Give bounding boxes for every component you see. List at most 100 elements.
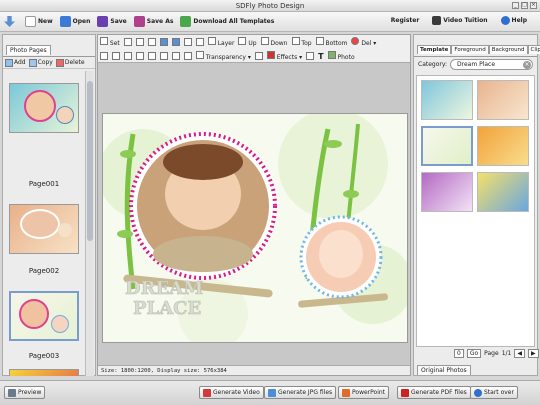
save-as-button[interactable]: Save As [133,16,173,27]
grid-icon[interactable] [136,52,144,60]
crop-icon[interactable] [100,52,108,60]
paste-icon[interactable] [147,38,156,46]
generate-jpg-button[interactable]: Generate JPG files [264,386,337,399]
brightness-icon[interactable] [254,52,263,60]
photo-button[interactable]: Photo [327,51,355,61]
bottom-icon [315,37,324,45]
text-button[interactable]: T [318,52,323,61]
close-button[interactable]: × [530,2,537,9]
fit-icon[interactable] [124,52,132,60]
maximize-button[interactable]: □ [521,2,528,9]
set-button[interactable]: Set [100,37,120,47]
folder-icon [59,16,71,27]
minimize-button[interactable]: _ [512,2,519,9]
add-page-button[interactable]: Add [5,58,26,67]
tab-photo-pages[interactable]: Photo Pages [6,45,51,55]
open-button[interactable]: Open [59,16,90,27]
transparency-icon [196,51,204,59]
page-thumbnail-4[interactable] [9,369,79,376]
leaf [120,150,136,158]
category-select[interactable]: Dream Place × [450,59,533,70]
start-over-button[interactable]: Start over [470,386,518,399]
page-list-scrollbar[interactable] [85,71,94,376]
tab-original-photos[interactable]: Original Photos [417,365,471,375]
main-photo [163,144,243,180]
copy-page-button[interactable]: Copy [28,58,53,67]
palette-icon[interactable] [172,52,180,60]
page-label: Page002 [28,267,60,275]
preview-button[interactable]: Preview [4,386,46,399]
transparency-button[interactable]: Transparency ▾ [196,51,251,61]
prev-page-icon[interactable]: ◀ [514,349,525,358]
flip-icon[interactable] [195,38,204,46]
new-button[interactable]: New [25,16,53,27]
copy-tool-icon[interactable] [135,38,144,46]
download-templates-button[interactable]: Download All Templates [180,16,274,27]
download-icon [4,16,15,27]
template-pager: 0 Go Page 1/1 ◀ ▶ [454,349,539,358]
save-icon [97,16,109,27]
undo-icon[interactable] [159,38,168,46]
help-button[interactable]: Help [500,16,527,25]
video-tuition-button[interactable]: Video Tuition [432,16,488,25]
design-canvas[interactable]: DREAM PLACE [102,113,408,343]
clear-icon[interactable]: × [523,61,531,69]
resources-panel: TemplateForegroundBackgroundClipart Cate… [413,34,540,376]
page-thumbnail-2[interactable] [9,204,79,254]
next-page-icon[interactable]: ▶ [527,349,539,358]
download-arrow-button[interactable] [4,16,15,27]
layer-button[interactable]: Layer [207,37,234,47]
down-icon [260,37,269,45]
fill-icon[interactable] [160,52,168,60]
page-thumbnail-1[interactable] [9,83,79,133]
generate-video-button[interactable]: Generate Video [199,386,264,399]
set-icon [100,37,108,45]
jpg-file-icon [268,388,276,397]
bottom-button[interactable]: Bottom [315,37,347,47]
photo-icon [327,51,336,59]
category-row: Category: Dream Place × [414,57,537,72]
tab-clipart[interactable]: Clipart [527,45,540,54]
down-button[interactable]: Down [260,37,288,47]
canvas-title-text: PLACE [133,298,201,319]
zoom-icon[interactable] [123,38,132,46]
scrollbar-thumb[interactable] [87,81,93,241]
page-photo [24,90,56,122]
tab-foreground[interactable]: Foreground [451,45,489,54]
go-button[interactable]: Go [466,349,482,358]
resize-icon[interactable] [112,52,120,60]
layer-icon [207,37,216,45]
template-thumbnail[interactable] [477,80,529,120]
main-photo [153,236,253,272]
frame-icon[interactable] [184,52,192,60]
redo-icon[interactable] [171,38,180,46]
generate-pdf-button[interactable]: Generate PDF files [397,386,471,399]
powerpoint-button[interactable]: PowerPoint [338,386,390,399]
del-button[interactable]: Del ▾ [351,37,376,47]
page-thumbnail-3[interactable] [9,291,79,341]
editor-area: Set Layer Up Down Top Bottom Del ▾ Trans… [97,34,411,376]
shape-icon[interactable] [306,52,315,60]
register-link[interactable]: Register [391,16,420,25]
page-number-input[interactable]: 0 [454,349,464,358]
image-icon[interactable] [148,52,156,60]
top-button[interactable]: Top [291,37,312,47]
tab-template[interactable]: Template [417,45,452,54]
save-button[interactable]: Save [97,16,127,27]
video-file-icon [203,388,211,397]
template-thumbnail[interactable] [477,172,529,212]
tab-background[interactable]: Background [488,45,528,54]
new-file-icon [25,16,36,27]
effects-button[interactable]: Effects ▾ [266,51,302,61]
template-thumbnail[interactable] [421,126,473,166]
template-thumbnail[interactable] [421,172,473,212]
up-button[interactable]: Up [238,37,257,47]
template-thumbnail[interactable] [421,80,473,120]
rotate-icon[interactable] [183,38,192,46]
toolbar-right: Register Video Tuition Help [391,16,534,25]
page-count: 1/1 [501,350,512,357]
templates-icon [180,16,192,27]
delete-page-button[interactable]: Delete [55,58,85,67]
template-thumbnail[interactable] [477,126,529,166]
top-icon [291,37,300,45]
